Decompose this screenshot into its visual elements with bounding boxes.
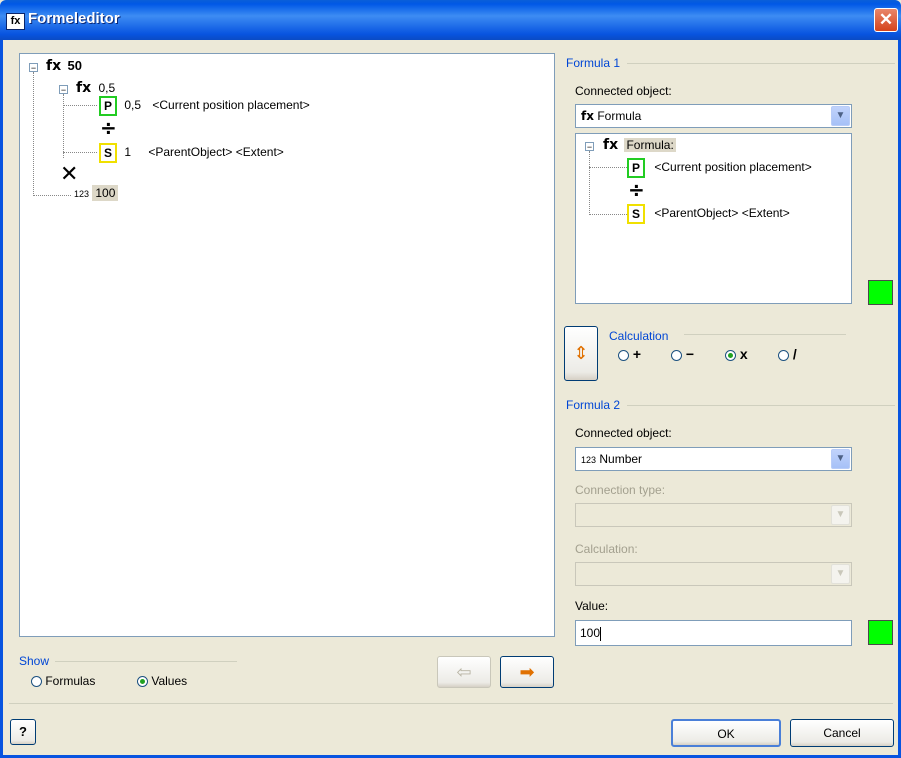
formula2-connected-label: Connected object: [575,426,672,440]
calc-option-plus[interactable]: + [618,346,641,362]
footer-divider [9,703,893,704]
help-icon: ? [19,724,27,739]
tree-child-node[interactable]: fx 0,5 [76,80,115,96]
tree-connector [589,214,627,215]
window-title: Formeleditor [28,10,120,27]
group-divider [684,334,846,335]
tree-connector [33,72,34,196]
collapse-toggle[interactable]: − [29,63,38,73]
formula1-connected-value: Formula [597,109,642,123]
tree-root-value: 50 [67,58,82,73]
radio-icon[interactable] [137,676,148,688]
tree-placement-item[interactable]: P 0,5 <Current position placement> [99,96,310,116]
collapse-toggle[interactable]: − [59,85,68,95]
calc-option-minus[interactable]: − [671,346,694,362]
fx-icon: fx [76,80,92,96]
calc-option-divide[interactable]: / [778,346,797,362]
fx-icon: fx [603,137,619,153]
placement-badge-icon: P [627,158,645,178]
multiply-operator-icon: ✕ [60,162,79,187]
radio-icon[interactable] [725,349,736,361]
value-label: Value: [575,599,609,613]
formula2-calculation-label: Calculation: [575,542,638,556]
formula2-status-indicator [868,620,893,645]
cancel-button[interactable]: Cancel [790,719,894,747]
number-icon: 123 [74,189,90,199]
formula-tree-view[interactable]: − fx 50 − fx 0,5 P 0,5 <Current position… [19,53,555,637]
tree-connector [33,195,71,196]
divide-operator-icon: ÷ [100,116,117,140]
calc-option-multiply[interactable]: x [725,346,748,362]
formula1-tree-root-label: Formula: [624,138,676,152]
swap-formulas-button[interactable]: ⇕ [564,326,598,381]
tree-connector [63,94,64,158]
chevron-down-icon[interactable]: ▼ [831,564,850,584]
chevron-down-icon[interactable]: ▼ [831,106,850,126]
parent-extent-label: <ParentObject> <Extent> [148,145,284,160]
formula-app-icon: fx [6,13,25,30]
tree-connector [63,105,97,106]
show-formulas-option[interactable]: Formulas [31,674,95,688]
chevron-down-icon[interactable]: ▼ [831,449,850,469]
formula1-group-label: Formula 1 [566,56,621,70]
tree-connector [589,151,590,215]
number-value: 100 [92,185,119,201]
group-divider [55,661,237,662]
formula1-placement-label: <Current position placement> [654,160,812,175]
arrow-right-icon: ➡ [519,662,535,682]
radio-icon[interactable] [31,676,42,688]
formula2-group-label: Formula 2 [566,398,621,412]
formula1-tree-placement[interactable]: P <Current position placement> [627,158,812,178]
forward-button[interactable]: ➡ [500,656,554,688]
calculation-group-label: Calculation [609,329,669,343]
formula1-tree-view[interactable]: − fx Formula: P <Current position placem… [575,133,852,304]
collapse-toggle[interactable]: − [585,142,594,152]
formula1-status-indicator [868,280,893,305]
number-icon: 123 [581,455,597,465]
ok-button[interactable]: OK [671,719,781,747]
placement-value: 0,5 [124,98,142,113]
close-button[interactable]: ✕ [874,8,898,32]
group-divider [627,63,895,64]
group-divider [627,405,895,406]
tree-parent-extent-item[interactable]: S 1 <ParentObject> <Extent> [99,143,284,163]
arrow-left-icon: ⇦ [456,662,472,682]
formula1-connected-select[interactable]: fx Formula ▼ [575,104,852,128]
tree-root-node[interactable]: fx 50 [46,58,82,74]
connection-type-label: Connection type: [575,483,666,497]
fx-icon: fx [46,58,62,74]
radio-icon[interactable] [618,349,629,361]
parent-extent-value: 1 [124,145,132,160]
formula1-tree-root[interactable]: fx Formula: [603,137,676,153]
value-input[interactable]: 100 [575,620,852,646]
fx-icon: fx [581,109,594,123]
formula1-connected-label: Connected object: [575,84,672,98]
tree-number-node[interactable]: 123 100 [74,185,119,201]
formula2-calculation-select[interactable]: ▼ [575,562,852,586]
radio-icon[interactable] [671,349,682,361]
placement-label: <Current position placement> [152,98,310,113]
tree-connector [589,167,627,168]
show-group-label: Show [19,654,50,668]
connection-type-select[interactable]: ▼ [575,503,852,527]
radio-icon[interactable] [778,349,789,361]
show-values-option[interactable]: Values [137,674,187,688]
formula2-connected-select[interactable]: 123 Number ▼ [575,447,852,471]
formula1-tree-parent-extent[interactable]: S <ParentObject> <Extent> [627,204,790,224]
source-badge-icon: S [627,204,645,224]
help-button[interactable]: ? [10,719,36,745]
swap-arrows-icon: ⇕ [573,343,589,363]
window-frame-left [0,40,3,758]
tree-connector [63,152,97,153]
text-caret [600,626,602,641]
source-badge-icon: S [99,143,117,163]
chevron-down-icon[interactable]: ▼ [831,505,850,525]
placement-badge-icon: P [99,96,117,116]
formula2-connected-value: Number [599,452,643,466]
formula1-parent-extent-label: <ParentObject> <Extent> [654,206,790,221]
title-bar [0,0,901,40]
back-button[interactable]: ⇦ [437,656,491,688]
divide-operator-icon: ÷ [628,178,645,202]
tree-child-value: 0,5 [98,81,116,95]
